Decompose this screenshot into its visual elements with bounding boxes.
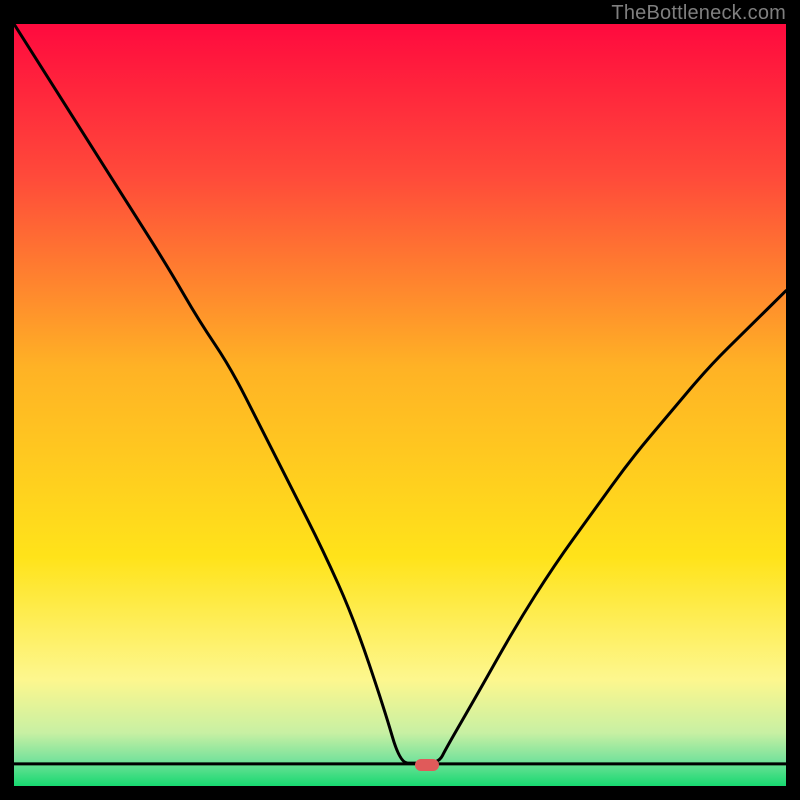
gradient-background xyxy=(14,24,786,786)
attribution-text: TheBottleneck.com xyxy=(611,2,786,25)
bottleneck-chart xyxy=(14,24,786,786)
bottleneck-marker xyxy=(415,759,439,771)
chart-frame xyxy=(14,24,786,786)
